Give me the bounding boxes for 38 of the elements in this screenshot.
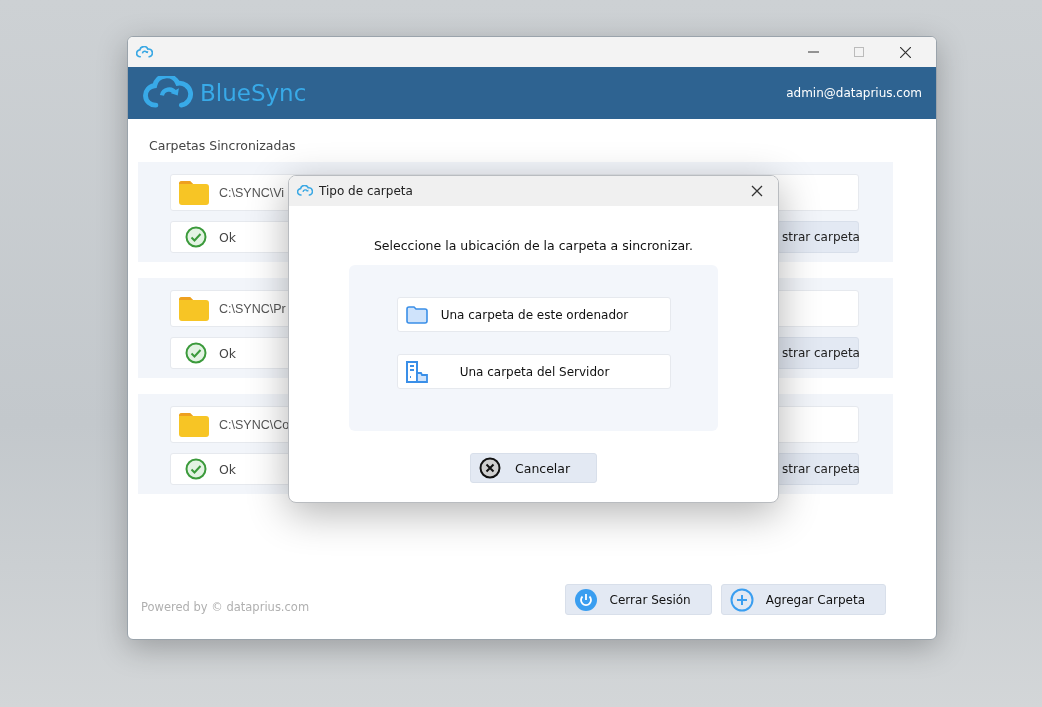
add-folder-button[interactable]: Agregar Carpeta xyxy=(720,584,886,615)
check-circle-icon xyxy=(185,458,207,480)
section-title: Carpetas Sincronizadas xyxy=(149,138,297,153)
app-logo-text: BlueSync xyxy=(200,80,308,106)
show-folder-button[interactable]: strar carpeta xyxy=(777,453,859,485)
cloud-sync-icon xyxy=(136,45,153,59)
cancel-button[interactable]: Cancelar xyxy=(470,453,597,483)
logout-button[interactable]: Cerrar Sesión xyxy=(564,584,712,615)
folder-icon xyxy=(177,179,211,206)
check-circle-icon xyxy=(185,342,207,364)
user-email: admin@dataprius.com xyxy=(786,86,922,100)
dialog-prompt: Seleccione la ubicación de la carpeta a sincronizar. xyxy=(372,238,695,253)
folder-icon xyxy=(405,305,428,324)
cloud-sync-icon xyxy=(142,76,194,110)
maximize-icon xyxy=(854,47,864,57)
server-folder-option[interactable]: Una carpeta del Servidor xyxy=(396,354,671,389)
minimize-icon xyxy=(807,51,819,53)
cloud-sync-icon xyxy=(297,185,313,197)
folder-path-text: C:\SYNC\Co xyxy=(219,417,290,432)
folder-path-text: C:\SYNC\Vi xyxy=(219,185,285,200)
local-folder-option[interactable]: Una carpeta de este ordenador xyxy=(396,297,671,332)
dialog-title: Tipo de carpeta xyxy=(319,184,414,198)
folder-icon xyxy=(177,411,211,438)
status-text: Ok xyxy=(219,345,237,361)
show-folder-button[interactable]: strar carpeta xyxy=(777,221,859,253)
check-circle-icon xyxy=(185,226,207,248)
status-text: Ok xyxy=(219,229,237,245)
status-text: Ok xyxy=(219,461,237,477)
server-folder-icon xyxy=(405,360,428,383)
power-icon xyxy=(573,587,598,612)
plus-circle-icon xyxy=(729,587,754,612)
folder-icon xyxy=(177,295,211,322)
close-icon xyxy=(899,46,911,58)
powered-by-text: Powered by © dataprius.com xyxy=(141,599,311,614)
show-folder-button[interactable]: strar carpeta xyxy=(777,337,859,369)
close-icon xyxy=(751,185,763,197)
folder-path-text: C:\SYNC\Pr xyxy=(219,301,286,316)
cancel-circle-icon xyxy=(479,457,501,479)
